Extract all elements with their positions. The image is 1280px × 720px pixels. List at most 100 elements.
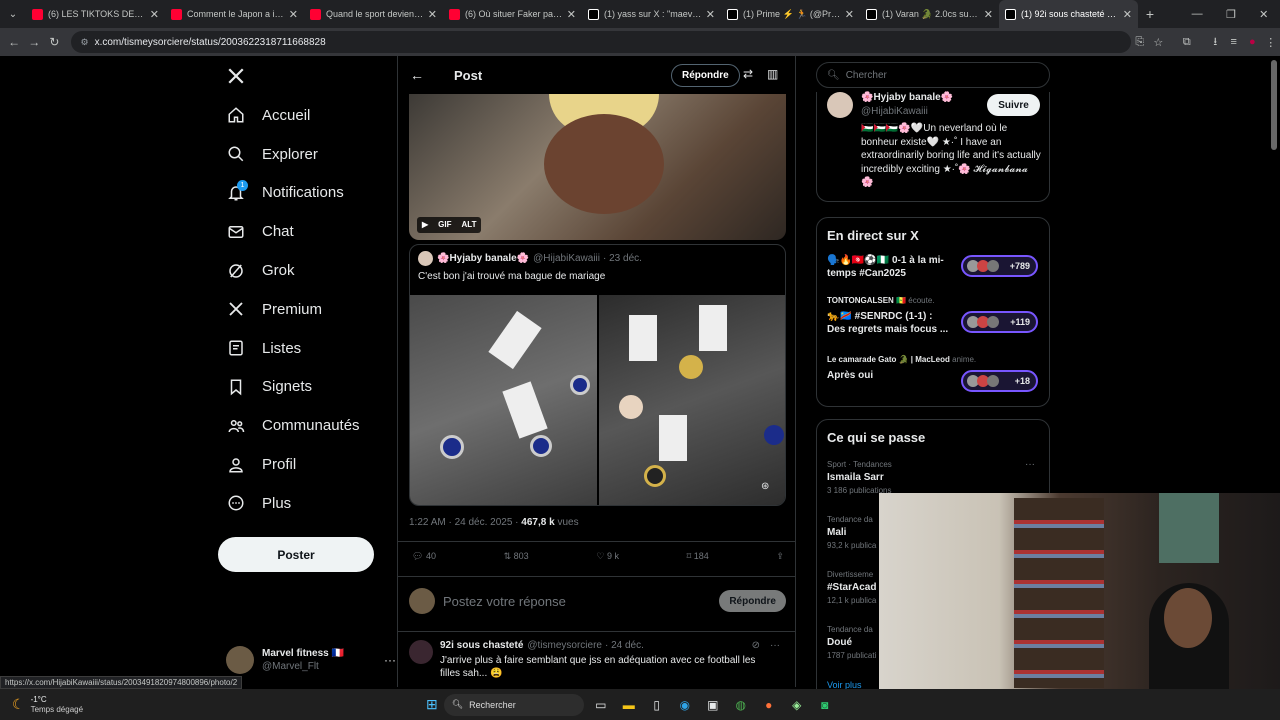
media-icon[interactable]: ≡ [1225,36,1244,48]
profile-avatar-icon[interactable]: ● [1243,36,1262,48]
browser-tab[interactable]: (6) Où situer Faker parmi ✕ [443,0,582,28]
post-timestamp[interactable]: 1:22 AM · 24 déc. 2025 · [409,517,521,528]
browser-tab[interactable]: Comment le Japon a inve ✕ [165,0,304,28]
file-explorer-icon[interactable]: ▬ [618,698,640,712]
nav-item-accueil[interactable]: Accueil [218,96,396,135]
reply-header-button[interactable]: Répondre [671,64,740,87]
live-listeners-pill[interactable]: +119 [961,311,1038,333]
tab-close-icon[interactable]: ✕ [984,8,993,21]
tab-label: (1) yass sur X : "maeva gh [604,9,702,19]
tab-label: (6) LES TIKTOKS DES POLI [48,9,146,19]
trend-item[interactable]: Sport · Tendances Ismaila Sarr 3 186 publi… [827,458,1039,497]
tab-close-icon[interactable]: ✕ [706,8,715,21]
browser-menu-icon[interactable]: ⋮ [1262,36,1280,49]
more-dots-icon[interactable]: ··· [384,653,396,667]
live-space-item[interactable]: TONTONGALSEN 🇸🇳 écoute. 🐆🇨🇩 #SENRDC (1-1)… [827,296,1039,346]
tab-close-icon[interactable]: ✕ [150,8,159,21]
nav-item-explorer[interactable]: Explorer [218,135,396,174]
bookmark-star-icon[interactable]: ☆ [1149,36,1168,49]
nav-item-communautés[interactable]: Communautés [218,406,396,445]
taskbar-search[interactable]: 🔍︎ Rechercher [443,693,584,716]
alt-badge[interactable]: ALT [462,220,477,230]
browser-tab[interactable]: (1) 92i sous chasteté sur X ✕ [999,0,1138,28]
chrome-icon[interactable]: ◍ [730,698,752,712]
follow-button[interactable]: Suivre [987,94,1040,116]
tab-close-icon[interactable]: ✕ [845,8,854,21]
browser-tab[interactable]: (1) Varan 🐊 2.0cs sur X : ✕ [860,0,999,28]
like-action[interactable]: ♡ 9 k [596,551,619,562]
nav-item-signets[interactable]: Signets [218,368,396,407]
store-icon[interactable]: ▣ [702,698,724,712]
tab-list-chevron-icon[interactable]: ⌄ [0,9,26,20]
install-app-icon[interactable]: ⎘ [1131,36,1150,49]
profile-card[interactable]: 🌸Hyjaby banale🌸 @HijabiKawaiii Suivre 🇵🇸… [816,92,1050,202]
browser-tab[interactable]: (1) yass sur X : "maeva gh ✕ [582,0,721,28]
reply-input[interactable]: Postez votre réponse [443,594,719,609]
live-space-item[interactable]: Le camarade Gato 🐊 | MacLeod anime. Après… [827,355,1039,405]
nav-item-premium[interactable]: Premium [218,290,396,329]
browser-tab[interactable]: Quand le sport devient TC ✕ [304,0,443,28]
x-logo-icon[interactable] [218,56,396,96]
app-icon[interactable]: ◈ [786,698,808,712]
live-listeners-pill[interactable]: +789 [961,255,1038,277]
notepad-icon[interactable]: ▯ [646,698,668,712]
minimize-icon[interactable]: — [1192,8,1203,21]
play-icon[interactable]: ▶ [422,220,428,230]
task-view-icon[interactable]: ▭ [590,698,612,712]
firefox-icon[interactable]: ● [758,698,780,712]
reader-icon[interactable]: ▥ [767,67,778,81]
reply-action[interactable]: 💬︎ 40 [412,551,436,562]
post-button[interactable]: Poster [218,537,374,572]
tab-close-icon[interactable]: ✕ [428,8,437,21]
back-arrow-icon[interactable]: ← [4,35,24,49]
back-arrow-icon[interactable]: ← [410,67,424,83]
nav-item-plus[interactable]: Plus [218,484,396,523]
more-dots-icon[interactable]: ··· [1025,458,1035,471]
quoted-post[interactable]: 🌸Hyjaby banale🌸 @HijabiKawaiii · 23 déc.… [409,244,786,506]
obs-icon[interactable]: ◙ [814,698,836,712]
edge-icon[interactable]: ◉ [674,698,696,712]
nav-item-chat[interactable]: Chat [218,212,396,251]
photo-2[interactable]: ⊛ [599,295,785,505]
search-input[interactable]: 🔍︎ Chercher [816,62,1050,88]
forward-arrow-icon[interactable]: → [24,35,44,49]
extensions-icon[interactable]: ⧉ [1178,36,1197,49]
close-window-icon[interactable]: ✕ [1259,8,1268,21]
site-info-icon[interactable]: ⚙ [81,37,89,48]
tab-close-icon[interactable]: ✕ [567,8,576,21]
filter-icon[interactable]: ⇄ [743,67,753,81]
tab-close-icon[interactable]: ✕ [1123,8,1132,21]
more-dots-icon[interactable]: ··· [770,640,780,651]
new-tab-button[interactable]: + [1138,6,1162,22]
browser-tab[interactable]: (1) Prime ⚡ 🏃 (@Prime ✕ [721,0,860,28]
url-field[interactable]: ⚙ x.com/tismeysorciere/status/2003622318… [70,31,1131,53]
trend-context: Sport · Tendances [827,460,892,469]
reload-icon[interactable]: ↻ [44,35,64,49]
tab-close-icon[interactable]: ✕ [289,8,298,21]
grok-icon[interactable]: ⊘ [752,640,760,651]
downloads-icon[interactable]: ⭳ [1206,33,1225,52]
windows-start-icon[interactable]: ⊞ [426,696,438,713]
share-icon[interactable]: ⇪ [776,551,784,562]
reply-submit-button[interactable]: Répondre [719,590,786,612]
bell-icon: 1 [226,179,248,203]
repost-action[interactable]: ⇅ 803 [504,551,529,562]
live-listeners-pill[interactable]: +18 [961,370,1038,392]
account-switcher[interactable]: Marvel fitness 🇫🇷 @Marvel_Flt ··· [226,644,396,676]
photo-1[interactable] [410,295,597,505]
list-icon [226,338,246,358]
nav-item-listes[interactable]: Listes [218,329,396,368]
bookmark-action[interactable]: ⌑ 184 [687,551,709,562]
maximize-icon[interactable]: ❐ [1226,8,1236,21]
nav-item-notifications[interactable]: 1 Notifications [218,174,396,213]
browser-tab[interactable]: (6) LES TIKTOKS DES POLI ✕ [26,0,165,28]
quote-author: 🌸Hyjaby banale🌸 [437,252,530,264]
nav-item-grok[interactable]: Grok [218,251,396,290]
gif-media[interactable]: ▶ GIF ALT [409,94,786,240]
listener-count: +119 [1010,317,1030,327]
grok-image-icon[interactable]: ⊛ [761,481,769,492]
page-scrollbar[interactable] [1271,60,1277,150]
weather-temp: -1°C [30,694,47,704]
weather-widget[interactable]: ☾ -1°C Temps dégagé [12,695,122,715]
nav-item-profil[interactable]: Profil [218,445,396,484]
